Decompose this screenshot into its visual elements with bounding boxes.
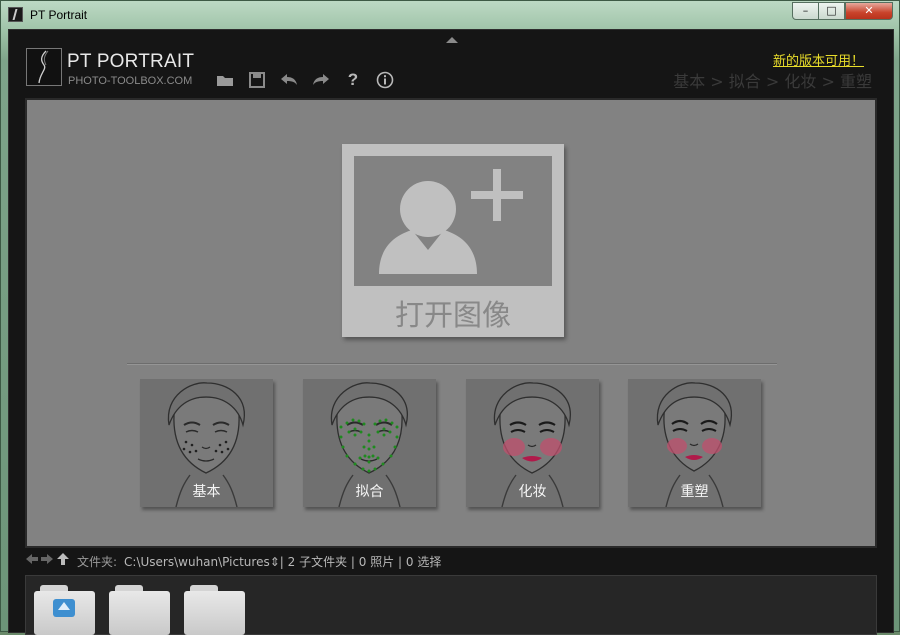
app-logo <box>26 48 62 86</box>
mode-basic-tile[interactable]: 基本 <box>140 379 273 507</box>
mode-fit-label: 拟合 <box>355 484 384 500</box>
save-icon[interactable] <box>247 70 267 90</box>
redo-icon[interactable] <box>311 70 331 90</box>
up-arrow-icon[interactable] <box>56 552 70 566</box>
app-window: PT Portrait – □ ✕ PT PORTRAIT PHOTO-TOOL… <box>0 0 900 635</box>
breadcrumb-reshape[interactable]: 重塑 <box>840 72 872 91</box>
mode-makeup-tile[interactable]: 化妆 <box>466 379 599 507</box>
help-icon[interactable]: ? <box>343 70 363 90</box>
file-browser <box>25 575 877 635</box>
folder-icon <box>109 591 170 635</box>
window-title: PT Portrait <box>30 8 88 22</box>
folder-path-select[interactable]: C:\Users\wuhan\Pictures <box>124 555 270 569</box>
breadcrumb-separator: > <box>705 72 729 91</box>
mode-reshape-label: 重塑 <box>680 484 709 500</box>
folder-icon <box>184 591 245 635</box>
maximize-button[interactable]: □ <box>818 2 845 20</box>
subfolder-item[interactable] <box>109 585 170 635</box>
app-client-area: PT PORTRAIT PHOTO-TOOLBOX.COM ? 新的版本可用！ … <box>8 29 894 635</box>
breadcrumb-makeup[interactable]: 化妆 <box>784 72 816 91</box>
folder-label: 文件夹: <box>77 555 118 569</box>
breadcrumb-fit[interactable]: 拟合 <box>729 72 761 91</box>
open-folder-icon[interactable] <box>215 70 235 90</box>
open-image-label: 打开图像 <box>394 298 511 332</box>
close-button[interactable]: ✕ <box>845 2 893 20</box>
path-bar: 文件夹: C:\Users\wuhan\Pictures⇕| 2 子文件夹 | 0… <box>25 552 885 570</box>
workflow-breadcrumb: 基本 > 拟合 > 化妆 > 重塑 <box>673 68 872 92</box>
mode-reshape-tile[interactable]: 重塑 <box>628 379 761 507</box>
undo-icon[interactable] <box>279 70 299 90</box>
new-version-link[interactable]: 新的版本可用！ <box>773 50 864 69</box>
back-arrow-icon[interactable] <box>25 552 39 566</box>
folder-up-icon <box>53 599 75 617</box>
mode-basic-label: 基本 <box>192 484 221 500</box>
folder-stats: | 2 子文件夹 | 0 照片 | 0 选择 <box>279 555 442 569</box>
app-icon[interactable] <box>8 7 23 22</box>
open-image-button[interactable]: 打开图像 <box>342 144 564 337</box>
breadcrumb-basic[interactable]: 基本 <box>673 72 705 91</box>
forward-arrow-icon[interactable] <box>40 552 54 566</box>
mode-makeup-label: 化妆 <box>518 484 547 500</box>
minimize-button[interactable]: – <box>792 2 819 20</box>
add-portrait-icon <box>354 156 552 286</box>
collapse-header-icon[interactable] <box>446 37 458 43</box>
brand-name: PT PORTRAIT <box>67 51 195 72</box>
parent-folder-item[interactable] <box>34 585 95 635</box>
info-icon[interactable] <box>375 70 395 90</box>
subfolder-item[interactable] <box>184 585 245 635</box>
workspace-panel: 打开图像 基本 拟合 化妆 重塑 <box>25 98 877 548</box>
brand-url: PHOTO-TOOLBOX.COM <box>68 75 193 87</box>
mode-fit-tile[interactable]: 拟合 <box>303 379 436 507</box>
section-divider <box>127 363 777 365</box>
path-dropdown-icon[interactable]: ⇕ <box>270 555 280 569</box>
breadcrumb-separator: > <box>816 72 840 91</box>
breadcrumb-separator: > <box>760 72 785 91</box>
title-bar[interactable]: PT Portrait – □ ✕ <box>1 1 899 29</box>
